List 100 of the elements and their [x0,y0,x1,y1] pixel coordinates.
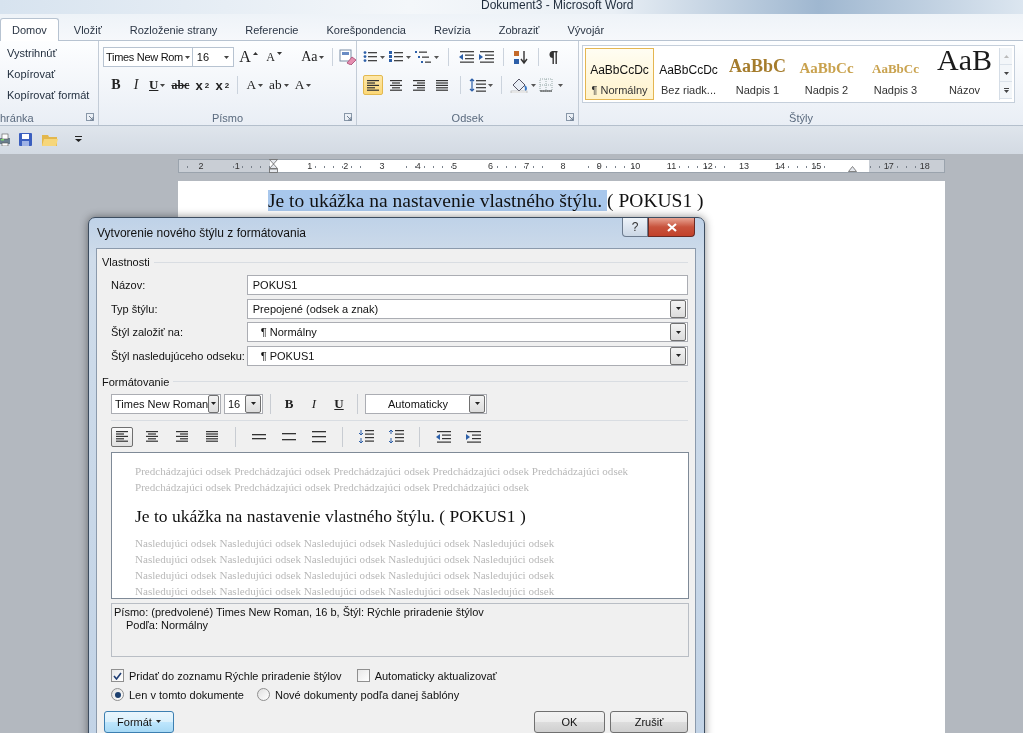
save-icon [19,132,32,146]
right-indent-marker-icon [847,165,857,172]
format-button[interactable]: U [328,393,350,414]
dropdown-field[interactable]: ¶ POKUS1 [246,345,688,366]
dropdown-button[interactable] [670,346,686,365]
indent-marker-icon [268,159,278,173]
dropdown-field[interactable]: Prepojené (odsek a znak) [246,298,688,319]
ribbon-tab[interactable]: Zobraziť [485,18,553,40]
dropdown-button[interactable] [469,394,485,413]
ruler-number: 2 [197,161,205,171]
text-effect-button[interactable]: A [243,75,267,95]
dropdown-field[interactable]: ¶ Normálny [246,322,688,342]
description-line: Písmo: (predvolené) Times New Roman, 16 b, Štýl: Rýchle priradenie štýlov [114,605,485,619]
color-field[interactable]: Automaticky [365,393,487,414]
field-label: Štýl nasledujúceho odseku: [111,349,246,362]
format-button[interactable]: B [278,393,300,414]
font-name-field[interactable]: Times New Rom [103,47,193,67]
font-size-field[interactable]: 16 [224,393,263,414]
caret-icon [160,83,166,87]
style-item[interactable]: AaBbCc Nadpis 2 [792,48,861,100]
checkbox-label[interactable]: Automaticky aktualizovať [374,669,497,682]
font-size-button[interactable]: A [263,47,285,67]
printer-icon [0,132,10,146]
style-item[interactable]: AaBbCcDc ¶ Normálny [585,48,654,100]
ribbon-tab[interactable]: Rozloženie strany [116,18,231,40]
dropdown-button[interactable] [208,394,219,413]
ruler-number: 14 [774,161,787,171]
caret-icon [319,55,325,59]
format-button[interactable]: B [106,75,126,95]
radio-label[interactable]: Nové dokumenty podľa danej šablóny [274,688,460,701]
ribbon-tab[interactable]: Domov [0,18,59,41]
description-line: Podľa: Normálny [125,618,210,632]
caret-icon [223,55,229,59]
highlight-button[interactable]: ab [266,75,292,95]
preview-line: Nasledujúci odsek Nasledujúci odsek Nasledujúci odsek Nasledujúci odsek Nasledujúci odsek [135,567,556,583]
preview-line: Nasledujúci odsek Nasledujúci odsek Nasledujúci odsek Nasledujúci odsek Nasledujúci odsek [135,583,556,598]
font-size-field[interactable]: 16 [192,47,234,67]
one-half-spacing-icon [282,431,296,442]
align-button[interactable] [363,75,383,95]
gallery-down-button[interactable] [1000,65,1012,82]
caret-icon [675,307,681,310]
numbering-icon [389,50,411,64]
ribbon-tab[interactable]: Vývojár [554,18,618,40]
dialog-title: Vytvorenie nového štýlu z formátovania [97,226,306,240]
gallery-more-button[interactable] [1000,82,1012,99]
style-item[interactable]: AaB Názov [930,48,999,100]
ribbon-tab[interactable]: Referencie [232,18,312,40]
ruler-number: 8 [559,161,567,171]
format-button[interactable]: I [126,75,146,95]
help-button[interactable]: ? [622,218,648,237]
align-left-icon [116,431,128,442]
style-item[interactable]: AaBbCc Nadpis 3 [861,48,930,100]
group-title: Štýly [789,111,813,124]
font-color-button[interactable]: A [291,75,315,95]
dropdown-button[interactable] [670,299,686,318]
dropdown-button[interactable] [670,323,686,341]
close-button[interactable] [648,218,695,237]
document-text: ( POKUS1 ) [607,190,704,211]
check-icon [113,671,122,680]
format-button[interactable]: x$^{2}$ [212,75,233,95]
selected-text: Je to ukážka na nastavenie vlastného štýlu. [268,190,608,211]
font-name-field[interactable]: Times New Roman [111,393,221,414]
ok-button[interactable]: OK [534,710,605,733]
group-title: hránka [0,111,34,124]
dropdown-button[interactable] [245,394,261,413]
checkbox[interactable] [356,669,370,682]
name-field[interactable]: POKUS1 [246,275,688,295]
clipboard-command[interactable]: Vystrihnúť [7,45,98,60]
cancel-button[interactable]: Zrušiť [610,710,688,733]
preview-sample: Je to ukážka na nastavenie vlastného štýlu. ( POKUS1 ) [135,504,527,527]
ribbon-tab[interactable]: Vložiť [60,18,115,40]
field-value: ¶ Normálny [259,326,317,338]
radio-button[interactable] [111,688,124,701]
clipboard-command[interactable]: Kopírovať formát [7,87,98,102]
align-right-icon [413,79,425,91]
ruler-number: 3 [378,161,386,171]
field-value: ¶ POKUS1 [259,349,315,362]
format-button[interactable]: abc [168,75,193,95]
checkbox[interactable] [111,669,124,682]
radio-label[interactable]: Len v tomto dokumente [129,688,244,701]
format-button[interactable]: U [146,75,169,95]
format-menu-button[interactable]: Formát [104,710,174,733]
space-increase-icon [358,429,374,444]
radio-button[interactable] [256,688,270,701]
ribbon-tab[interactable]: Korešpondencia [313,18,419,40]
caret-icon [211,402,217,405]
align-button[interactable] [111,426,133,447]
font-size-button[interactable]: Aa [298,47,327,67]
style-item[interactable]: AaBbCcDc Bez riadk... [654,48,723,100]
down-arrow-icon [276,51,282,55]
field-label: Typ štýlu: [111,302,159,315]
ribbon-tab[interactable]: Revízia [420,18,484,40]
align-justify-icon [436,79,448,91]
clipboard-command[interactable]: Kopírovať [7,66,98,81]
ruler-number: 17 [882,161,895,171]
style-item[interactable]: AaBbC Nadpis 1 [723,48,792,100]
format-button[interactable]: I [303,393,325,414]
checkbox-label[interactable]: Pridať do zoznamu Rýchle priradenie štýlov [129,669,342,682]
preview-line: Predchádzajúci odsek Predchádzajúci odsek Predchádzajúci odsek Predchádzajúci odsek [135,479,530,495]
font-size-button[interactable]: A [236,47,261,67]
